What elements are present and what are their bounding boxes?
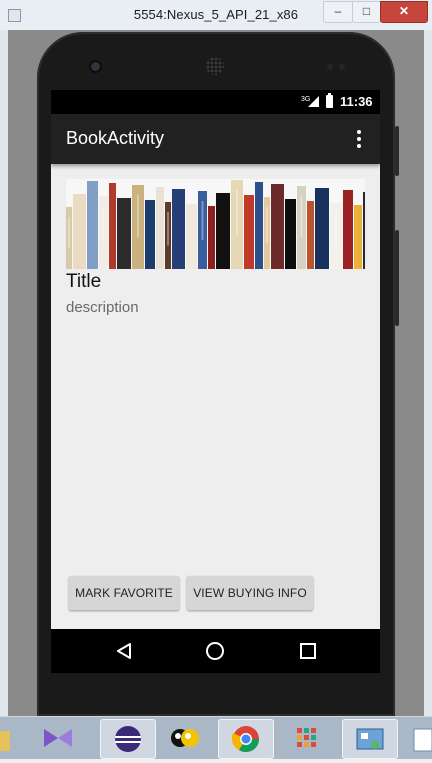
book-spine	[87, 181, 98, 269]
book-spine	[315, 188, 329, 269]
volume-key[interactable]	[395, 230, 399, 326]
front-camera-icon	[91, 62, 100, 71]
book-spine	[271, 184, 284, 269]
notepad-icon[interactable]	[404, 719, 432, 757]
chrome-icon[interactable]	[218, 719, 274, 759]
action-bar: BookActivity	[51, 114, 380, 164]
control-panel-icon[interactable]	[342, 719, 398, 759]
book-spine	[216, 193, 230, 269]
book-spine-text	[236, 190, 238, 235]
book-spine-text	[102, 206, 105, 243]
home-circle-icon[interactable]	[206, 642, 224, 660]
book-spine-text	[335, 213, 337, 246]
proximity-sensor	[327, 64, 333, 70]
book-spine	[186, 204, 197, 269]
book-spine-text	[68, 217, 70, 248]
book-spine	[343, 190, 353, 269]
navigation-bar	[51, 629, 380, 673]
book-spine	[73, 194, 86, 269]
eclipse-icon[interactable]	[100, 719, 156, 759]
activity-title: BookActivity	[66, 128, 165, 148]
book-spine	[244, 195, 254, 269]
book-title: Title	[66, 271, 102, 292]
device-screen: 3G 11:36 BookActivity Title description …	[51, 90, 380, 673]
genymotion-bee-icon[interactable]	[160, 719, 214, 757]
windows-taskbar	[0, 716, 432, 759]
power-key[interactable]	[395, 126, 399, 176]
book-spine	[354, 205, 362, 269]
light-sensor	[339, 64, 345, 70]
visual-studio-icon[interactable]	[34, 719, 88, 757]
book-spine	[285, 199, 296, 269]
book-spine-text	[266, 207, 268, 243]
book-spines-image	[66, 179, 365, 269]
book-spine	[145, 200, 155, 269]
book-spine-text	[201, 201, 204, 240]
book-description: description	[66, 299, 139, 316]
signal-strength-icon	[308, 96, 319, 107]
book-spine-text	[137, 195, 139, 237]
book-spine	[307, 201, 314, 269]
file-explorer-icon[interactable]	[0, 719, 18, 757]
back-triangle-icon[interactable]	[115, 642, 133, 660]
app-grid-icon[interactable]	[280, 719, 334, 757]
view-buying-info-button[interactable]: VIEW BUYING INFO	[187, 576, 313, 610]
book-spine	[156, 187, 164, 269]
status-bar: 3G 11:36	[51, 90, 380, 114]
book-spine	[208, 206, 215, 269]
minimize-button[interactable]: –	[323, 1, 353, 23]
book-spine-text	[167, 212, 169, 246]
close-button[interactable]: ✕	[380, 1, 428, 23]
earpiece-speaker	[206, 57, 224, 75]
mark-favorite-button[interactable]: MARK FAVORITE	[69, 576, 179, 610]
book-spine	[172, 189, 185, 269]
book-spine-text	[300, 196, 303, 238]
recent-apps-square-icon[interactable]	[300, 643, 316, 659]
status-time: 11:36	[340, 94, 373, 109]
battery-icon	[326, 93, 333, 108]
window-titlebar: 5554:Nexus_5_API_21_x86 – □ ✕	[0, 0, 432, 31]
book-spine	[117, 198, 131, 269]
maximize-button[interactable]: □	[352, 1, 381, 23]
book-spine	[255, 182, 263, 269]
book-content: Title description MARK FAVORITE VIEW BUY…	[51, 164, 380, 629]
book-spine	[109, 183, 116, 269]
book-spine	[363, 192, 365, 269]
more-vert-icon[interactable]	[353, 130, 365, 148]
